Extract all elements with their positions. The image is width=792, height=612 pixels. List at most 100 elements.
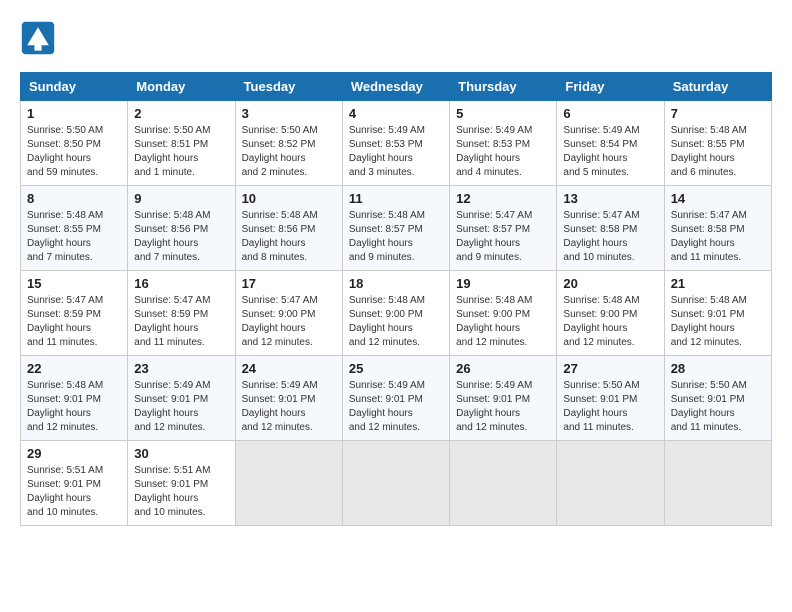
calendar-cell: 28 Sunrise: 5:50 AM Sunset: 9:01 PM Dayl… [664,356,771,441]
day-info: Sunrise: 5:49 AM Sunset: 8:53 PM Dayligh… [456,124,550,180]
day-number: 18 [349,276,443,291]
day-number: 14 [671,191,765,206]
calendar-cell: 29 Sunrise: 5:51 AM Sunset: 9:01 PM Dayl… [21,441,128,526]
day-number: 13 [563,191,657,206]
day-info: Sunrise: 5:50 AM Sunset: 9:01 PM Dayligh… [563,379,657,435]
calendar-cell: 5 Sunrise: 5:49 AM Sunset: 8:53 PM Dayli… [450,101,557,186]
calendar-cell: 20 Sunrise: 5:48 AM Sunset: 9:00 PM Dayl… [557,271,664,356]
day-info: Sunrise: 5:47 AM Sunset: 8:59 PM Dayligh… [134,294,228,350]
calendar-week-row: 15 Sunrise: 5:47 AM Sunset: 8:59 PM Dayl… [21,271,772,356]
calendar-cell: 21 Sunrise: 5:48 AM Sunset: 9:01 PM Dayl… [664,271,771,356]
calendar-cell: 16 Sunrise: 5:47 AM Sunset: 8:59 PM Dayl… [128,271,235,356]
day-number: 30 [134,446,228,461]
day-number: 4 [349,106,443,121]
day-info: Sunrise: 5:49 AM Sunset: 8:53 PM Dayligh… [349,124,443,180]
calendar-day-header: Friday [557,73,664,101]
day-info: Sunrise: 5:48 AM Sunset: 9:00 PM Dayligh… [456,294,550,350]
day-number: 17 [242,276,336,291]
calendar-week-row: 22 Sunrise: 5:48 AM Sunset: 9:01 PM Dayl… [21,356,772,441]
day-number: 25 [349,361,443,376]
calendar-day-header: Sunday [21,73,128,101]
calendar-week-row: 8 Sunrise: 5:48 AM Sunset: 8:55 PM Dayli… [21,186,772,271]
calendar-cell: 13 Sunrise: 5:47 AM Sunset: 8:58 PM Dayl… [557,186,664,271]
calendar-cell: 11 Sunrise: 5:48 AM Sunset: 8:57 PM Dayl… [342,186,449,271]
day-info: Sunrise: 5:49 AM Sunset: 9:01 PM Dayligh… [349,379,443,435]
calendar-cell [557,441,664,526]
day-number: 8 [27,191,121,206]
calendar-cell [342,441,449,526]
day-info: Sunrise: 5:49 AM Sunset: 9:01 PM Dayligh… [456,379,550,435]
day-info: Sunrise: 5:47 AM Sunset: 8:58 PM Dayligh… [671,209,765,265]
calendar-cell: 23 Sunrise: 5:49 AM Sunset: 9:01 PM Dayl… [128,356,235,441]
day-number: 27 [563,361,657,376]
calendar-day-header: Monday [128,73,235,101]
day-number: 24 [242,361,336,376]
day-info: Sunrise: 5:50 AM Sunset: 8:51 PM Dayligh… [134,124,228,180]
calendar-day-header: Saturday [664,73,771,101]
day-info: Sunrise: 5:49 AM Sunset: 9:01 PM Dayligh… [134,379,228,435]
page-header [20,20,772,56]
calendar-cell: 9 Sunrise: 5:48 AM Sunset: 8:56 PM Dayli… [128,186,235,271]
logo [20,20,62,56]
calendar-cell: 25 Sunrise: 5:49 AM Sunset: 9:01 PM Dayl… [342,356,449,441]
day-number: 3 [242,106,336,121]
day-info: Sunrise: 5:48 AM Sunset: 9:01 PM Dayligh… [27,379,121,435]
day-number: 21 [671,276,765,291]
day-number: 20 [563,276,657,291]
day-info: Sunrise: 5:47 AM Sunset: 8:57 PM Dayligh… [456,209,550,265]
calendar-cell [450,441,557,526]
day-number: 15 [27,276,121,291]
logo-icon [20,20,56,56]
calendar-cell [235,441,342,526]
calendar-cell: 4 Sunrise: 5:49 AM Sunset: 8:53 PM Dayli… [342,101,449,186]
day-number: 9 [134,191,228,206]
day-number: 6 [563,106,657,121]
calendar-cell: 3 Sunrise: 5:50 AM Sunset: 8:52 PM Dayli… [235,101,342,186]
day-info: Sunrise: 5:48 AM Sunset: 8:55 PM Dayligh… [27,209,121,265]
day-info: Sunrise: 5:50 AM Sunset: 9:01 PM Dayligh… [671,379,765,435]
day-info: Sunrise: 5:47 AM Sunset: 8:59 PM Dayligh… [27,294,121,350]
calendar-cell: 18 Sunrise: 5:48 AM Sunset: 9:00 PM Dayl… [342,271,449,356]
day-number: 26 [456,361,550,376]
calendar-cell: 14 Sunrise: 5:47 AM Sunset: 8:58 PM Dayl… [664,186,771,271]
calendar-week-row: 1 Sunrise: 5:50 AM Sunset: 8:50 PM Dayli… [21,101,772,186]
calendar-header-row: SundayMondayTuesdayWednesdayThursdayFrid… [21,73,772,101]
day-info: Sunrise: 5:49 AM Sunset: 8:54 PM Dayligh… [563,124,657,180]
day-info: Sunrise: 5:48 AM Sunset: 8:56 PM Dayligh… [242,209,336,265]
day-info: Sunrise: 5:48 AM Sunset: 8:56 PM Dayligh… [134,209,228,265]
calendar-table: SundayMondayTuesdayWednesdayThursdayFrid… [20,72,772,526]
calendar-cell: 22 Sunrise: 5:48 AM Sunset: 9:01 PM Dayl… [21,356,128,441]
day-number: 22 [27,361,121,376]
calendar-week-row: 29 Sunrise: 5:51 AM Sunset: 9:01 PM Dayl… [21,441,772,526]
calendar-cell: 10 Sunrise: 5:48 AM Sunset: 8:56 PM Dayl… [235,186,342,271]
calendar-cell: 7 Sunrise: 5:48 AM Sunset: 8:55 PM Dayli… [664,101,771,186]
calendar-cell: 2 Sunrise: 5:50 AM Sunset: 8:51 PM Dayli… [128,101,235,186]
calendar-cell: 24 Sunrise: 5:49 AM Sunset: 9:01 PM Dayl… [235,356,342,441]
day-number: 10 [242,191,336,206]
calendar-cell: 27 Sunrise: 5:50 AM Sunset: 9:01 PM Dayl… [557,356,664,441]
day-info: Sunrise: 5:48 AM Sunset: 9:00 PM Dayligh… [349,294,443,350]
day-info: Sunrise: 5:48 AM Sunset: 9:01 PM Dayligh… [671,294,765,350]
day-info: Sunrise: 5:51 AM Sunset: 9:01 PM Dayligh… [134,464,228,520]
day-info: Sunrise: 5:48 AM Sunset: 8:55 PM Dayligh… [671,124,765,180]
day-info: Sunrise: 5:50 AM Sunset: 8:52 PM Dayligh… [242,124,336,180]
day-info: Sunrise: 5:50 AM Sunset: 8:50 PM Dayligh… [27,124,121,180]
day-info: Sunrise: 5:47 AM Sunset: 8:58 PM Dayligh… [563,209,657,265]
calendar-cell: 30 Sunrise: 5:51 AM Sunset: 9:01 PM Dayl… [128,441,235,526]
day-number: 11 [349,191,443,206]
day-number: 12 [456,191,550,206]
day-info: Sunrise: 5:51 AM Sunset: 9:01 PM Dayligh… [27,464,121,520]
calendar-day-header: Thursday [450,73,557,101]
calendar-day-header: Tuesday [235,73,342,101]
day-info: Sunrise: 5:48 AM Sunset: 9:00 PM Dayligh… [563,294,657,350]
calendar-cell [664,441,771,526]
day-number: 28 [671,361,765,376]
calendar-cell: 12 Sunrise: 5:47 AM Sunset: 8:57 PM Dayl… [450,186,557,271]
day-number: 5 [456,106,550,121]
day-number: 7 [671,106,765,121]
day-number: 16 [134,276,228,291]
day-number: 1 [27,106,121,121]
day-number: 2 [134,106,228,121]
calendar-cell: 6 Sunrise: 5:49 AM Sunset: 8:54 PM Dayli… [557,101,664,186]
calendar-day-header: Wednesday [342,73,449,101]
